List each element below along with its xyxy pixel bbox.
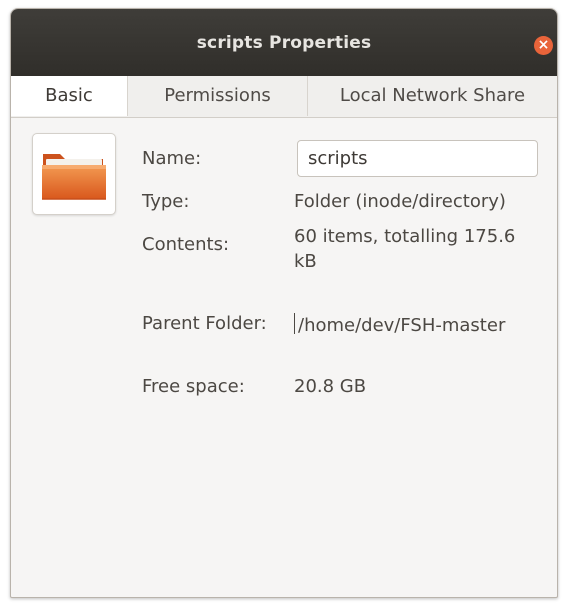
tab-bar: Basic Permissions Local Network Share [11, 76, 557, 118]
close-button[interactable]: × [534, 36, 553, 55]
properties-dialog: scripts Properties × Basic Permissions L… [10, 8, 558, 598]
parent-folder-value[interactable]: /home/dev/FSH-master [294, 313, 505, 336]
window-title: scripts Properties [196, 33, 372, 53]
parent-folder-label: Parent Folder: [142, 313, 267, 334]
type-value: Folder (inode/directory) [294, 191, 506, 212]
close-icon: × [537, 37, 550, 53]
contents-value: 60 items, totalling 175.6 kB [294, 226, 516, 272]
free-space-label: Free space: [142, 376, 245, 397]
tab-local-network-share[interactable]: Local Network Share [308, 76, 557, 116]
folder-icon-button[interactable] [32, 133, 116, 215]
name-label: Name: [142, 148, 202, 169]
type-label: Type: [142, 191, 190, 212]
tab-basic[interactable]: Basic [11, 76, 128, 116]
name-field[interactable] [297, 140, 538, 177]
tab-permissions[interactable]: Permissions [128, 76, 308, 116]
titlebar[interactable]: scripts Properties × [11, 9, 557, 76]
folder-icon [42, 154, 106, 200]
parent-folder-path: /home/dev/FSH-master [298, 315, 506, 336]
free-space-value: 20.8 GB [294, 376, 367, 397]
text-cursor [294, 313, 295, 334]
contents-label: Contents: [142, 234, 230, 255]
